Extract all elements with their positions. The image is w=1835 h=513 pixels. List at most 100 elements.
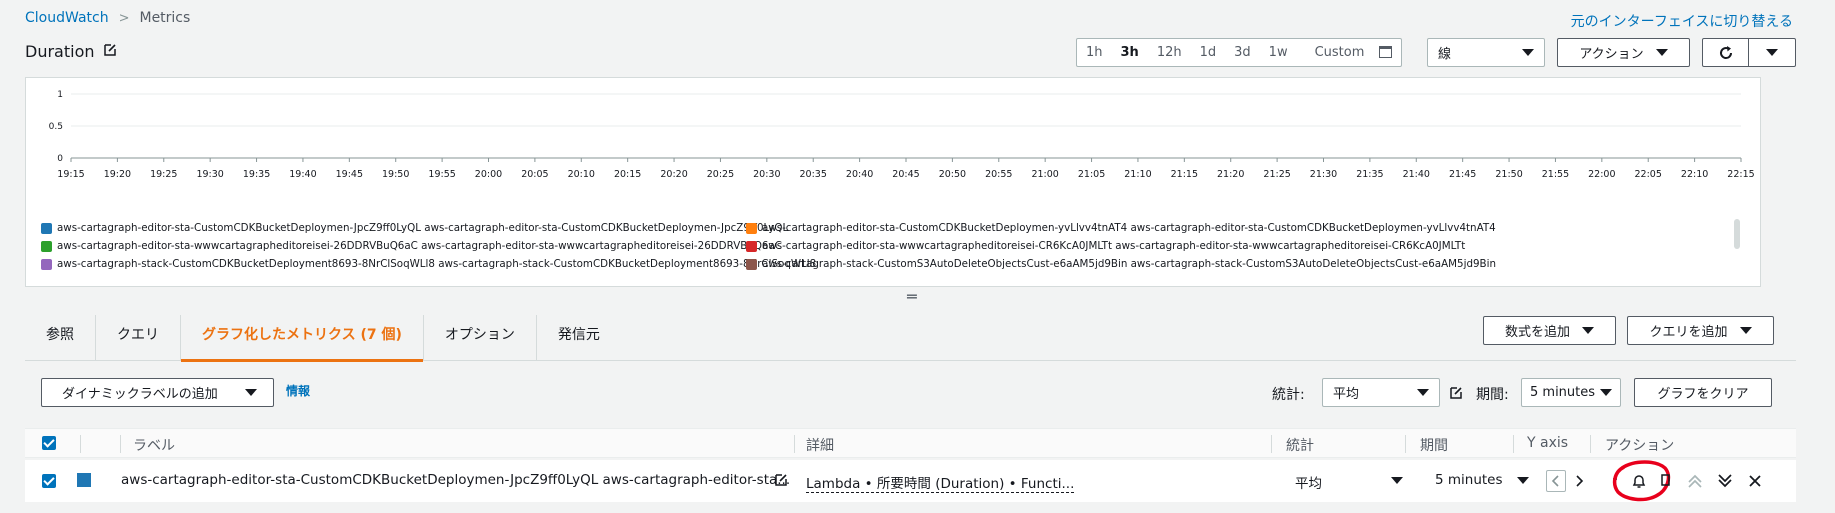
- checkbox-checked-icon: [42, 474, 56, 488]
- caret-down-icon: [1517, 477, 1529, 484]
- legend-swatch: [41, 240, 52, 252]
- add-query-button[interactable]: クエリを追加: [1627, 316, 1774, 345]
- x-tick-label: 21:00: [1031, 169, 1058, 180]
- x-tick-label: 21:45: [1449, 169, 1476, 180]
- legend-item[interactable]: aws-cartagraph-editor-sta-wwwcartagraphe…: [41, 237, 782, 255]
- chevron-right-icon: >: [118, 10, 130, 26]
- caret-down-icon: [1417, 389, 1429, 396]
- edit-title-icon[interactable]: [103, 42, 117, 61]
- time-range-1d[interactable]: 1d: [1191, 39, 1226, 66]
- x-tick-label: 21:30: [1310, 169, 1337, 180]
- close-icon: [1749, 475, 1761, 487]
- period-label: 期間:: [1476, 387, 1509, 403]
- time-range-selector: 1h 3h 12h 1d 3d 1w Custom: [1076, 38, 1403, 67]
- page-title: Duration: [25, 42, 117, 61]
- switch-interface-link[interactable]: 元のインターフェイスに切り替える: [1571, 11, 1793, 31]
- x-tick-label: 19:15: [57, 169, 84, 180]
- time-range-3d[interactable]: 3d: [1225, 39, 1260, 66]
- legend-scrollbar[interactable]: [1734, 219, 1740, 249]
- table-row: aws-cartagraph-editor-sta-CustomCDKBucke…: [25, 460, 1796, 502]
- tab-3[interactable]: オプション: [424, 315, 537, 361]
- legend-item[interactable]: aws-cartagraph-stack-CustomS3AutoDeleteO…: [746, 255, 1496, 273]
- stat-label: 統計:: [1272, 387, 1305, 403]
- legend-item[interactable]: aws-cartagraph-stack-CustomCDKBucketDepl…: [41, 255, 816, 273]
- x-tick-label: 22:10: [1681, 169, 1708, 180]
- row-period-value: 5 minutes: [1435, 472, 1503, 488]
- row-stat-select[interactable]: 平均: [1295, 472, 1403, 492]
- stat-select[interactable]: 平均: [1322, 378, 1440, 407]
- series-color-swatch[interactable]: [77, 473, 91, 487]
- calendar-icon: [1379, 46, 1393, 58]
- actions-button[interactable]: アクション: [1557, 38, 1690, 67]
- breadcrumb-cloudwatch-link[interactable]: CloudWatch: [25, 10, 109, 26]
- tab-0[interactable]: 参照: [25, 315, 96, 361]
- legend-swatch: [746, 240, 757, 252]
- x-tick-label: 20:25: [707, 169, 734, 180]
- col-details: 詳細: [806, 438, 834, 454]
- y-axis-right-button[interactable]: [1570, 470, 1588, 492]
- metric-label[interactable]: aws-cartagraph-editor-sta-CustomCDKBucke…: [121, 472, 790, 488]
- refresh-icon: [1719, 45, 1732, 59]
- x-tick-label: 20:55: [985, 169, 1012, 180]
- chart-type-select[interactable]: 線: [1427, 38, 1545, 67]
- dynamic-label-button[interactable]: ダイナミックラベルの追加: [41, 378, 274, 407]
- clear-graph-button[interactable]: グラフをクリア: [1634, 378, 1772, 407]
- tab-1[interactable]: クエリ: [96, 315, 181, 361]
- duplicate-icon[interactable]: [1659, 472, 1671, 488]
- tab-label: 発信元: [557, 326, 600, 343]
- add-math-button[interactable]: 数式を追加: [1483, 316, 1616, 345]
- x-tick-label: 20:20: [660, 169, 687, 180]
- tab-label: グラフ化したメトリクス (7 個): [202, 326, 402, 343]
- period-select[interactable]: 5 minutes: [1521, 378, 1621, 407]
- tab-4[interactable]: 発信元: [537, 315, 621, 361]
- time-range-1w[interactable]: 1w: [1260, 39, 1297, 66]
- legend-item[interactable]: aws-cartagraph-editor-sta-CustomCDKBucke…: [746, 219, 1496, 237]
- edit-stat-icon[interactable]: [1449, 385, 1463, 404]
- refresh-button[interactable]: [1702, 38, 1749, 67]
- resize-handle[interactable]: ═: [907, 287, 917, 306]
- time-range-12h[interactable]: 12h: [1148, 39, 1191, 66]
- time-range-custom[interactable]: Custom: [1297, 39, 1402, 66]
- info-link[interactable]: 情報: [286, 382, 310, 399]
- tab-2[interactable]: グラフ化したメトリクス (7 個): [181, 315, 424, 362]
- col-period: 期間: [1420, 438, 1448, 454]
- row-period-select[interactable]: 5 minutes: [1435, 472, 1529, 488]
- legend-item[interactable]: aws-cartagraph-editor-sta-wwwcartagraphe…: [746, 237, 1465, 255]
- stat-value: 平均: [1333, 387, 1360, 402]
- legend-swatch: [41, 222, 52, 234]
- y-tick-label: 1: [57, 90, 63, 100]
- remove-metric-button[interactable]: [1745, 471, 1765, 491]
- legend-swatch: [41, 258, 52, 270]
- time-range-3h[interactable]: 3h: [1112, 39, 1148, 66]
- refresh-options-button[interactable]: [1748, 38, 1796, 67]
- x-tick-label: 19:25: [150, 169, 177, 180]
- add-math-label: 数式を追加: [1504, 325, 1570, 340]
- x-tick-label: 21:50: [1495, 169, 1522, 180]
- x-tick-label: 21:40: [1403, 169, 1430, 180]
- y-axis-left-button[interactable]: [1546, 470, 1566, 492]
- x-tick-label: 20:00: [475, 169, 502, 180]
- x-tick-label: 20:35: [800, 169, 827, 180]
- x-tick-label: 19:50: [382, 169, 409, 180]
- x-tick-label: 21:55: [1542, 169, 1569, 180]
- caret-down-icon: [1600, 389, 1612, 396]
- x-tick-label: 20:15: [614, 169, 641, 180]
- x-tick-label: 19:30: [196, 169, 223, 180]
- caret-down-icon: [1582, 327, 1594, 334]
- time-range-1h[interactable]: 1h: [1077, 39, 1112, 66]
- x-tick-label: 20:30: [753, 169, 780, 180]
- legend-item[interactable]: aws-cartagraph-editor-sta-CustomCDKBucke…: [41, 219, 788, 237]
- tab-label: オプション: [444, 326, 515, 343]
- x-tick-label: 19:40: [289, 169, 316, 180]
- move-up-button[interactable]: [1685, 471, 1705, 491]
- metric-details[interactable]: Lambda • 所要時間 (Duration) • Functi...: [806, 472, 1075, 493]
- col-label: ラベル: [133, 438, 175, 454]
- chevron-left-icon: [1551, 475, 1559, 487]
- period-value: 5 minutes: [1530, 385, 1596, 400]
- select-all-checkbox[interactable]: [42, 436, 56, 454]
- row-checkbox[interactable]: [42, 474, 56, 492]
- edit-label-icon[interactable]: [774, 473, 788, 491]
- x-tick-label: 21:05: [1078, 169, 1105, 180]
- move-down-button[interactable]: [1715, 471, 1735, 491]
- x-tick-label: 20:10: [568, 169, 595, 180]
